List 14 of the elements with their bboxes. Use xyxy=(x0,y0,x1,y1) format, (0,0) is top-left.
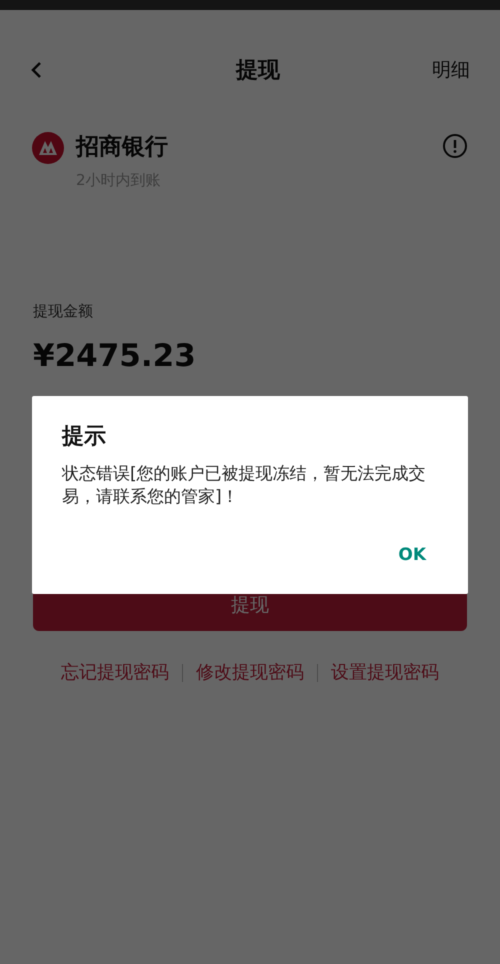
password-link[interactable]: 忘记提现密码 xyxy=(61,659,169,686)
password-link[interactable]: 设置提现密码 xyxy=(331,659,439,686)
bank-name: 招商银行 xyxy=(76,133,168,162)
details-link[interactable]: 明细 xyxy=(432,56,470,84)
dialog-message: 状态错误[您的账户已被提现冻结，暂无法完成交易，请联系您的管家]！ xyxy=(62,463,427,509)
info-icon[interactable] xyxy=(442,133,468,159)
bank-logo-icon xyxy=(32,132,64,164)
amount-label: 提现金额 xyxy=(33,301,94,322)
dialog-title: 提示 xyxy=(62,423,107,451)
ok-button[interactable]: OK xyxy=(386,538,438,572)
amount-value: ¥2475.23 xyxy=(33,336,197,376)
password-link[interactable]: 修改提现密码 xyxy=(196,659,304,686)
back-icon[interactable] xyxy=(30,61,44,79)
page-title: 提现 xyxy=(234,56,280,84)
